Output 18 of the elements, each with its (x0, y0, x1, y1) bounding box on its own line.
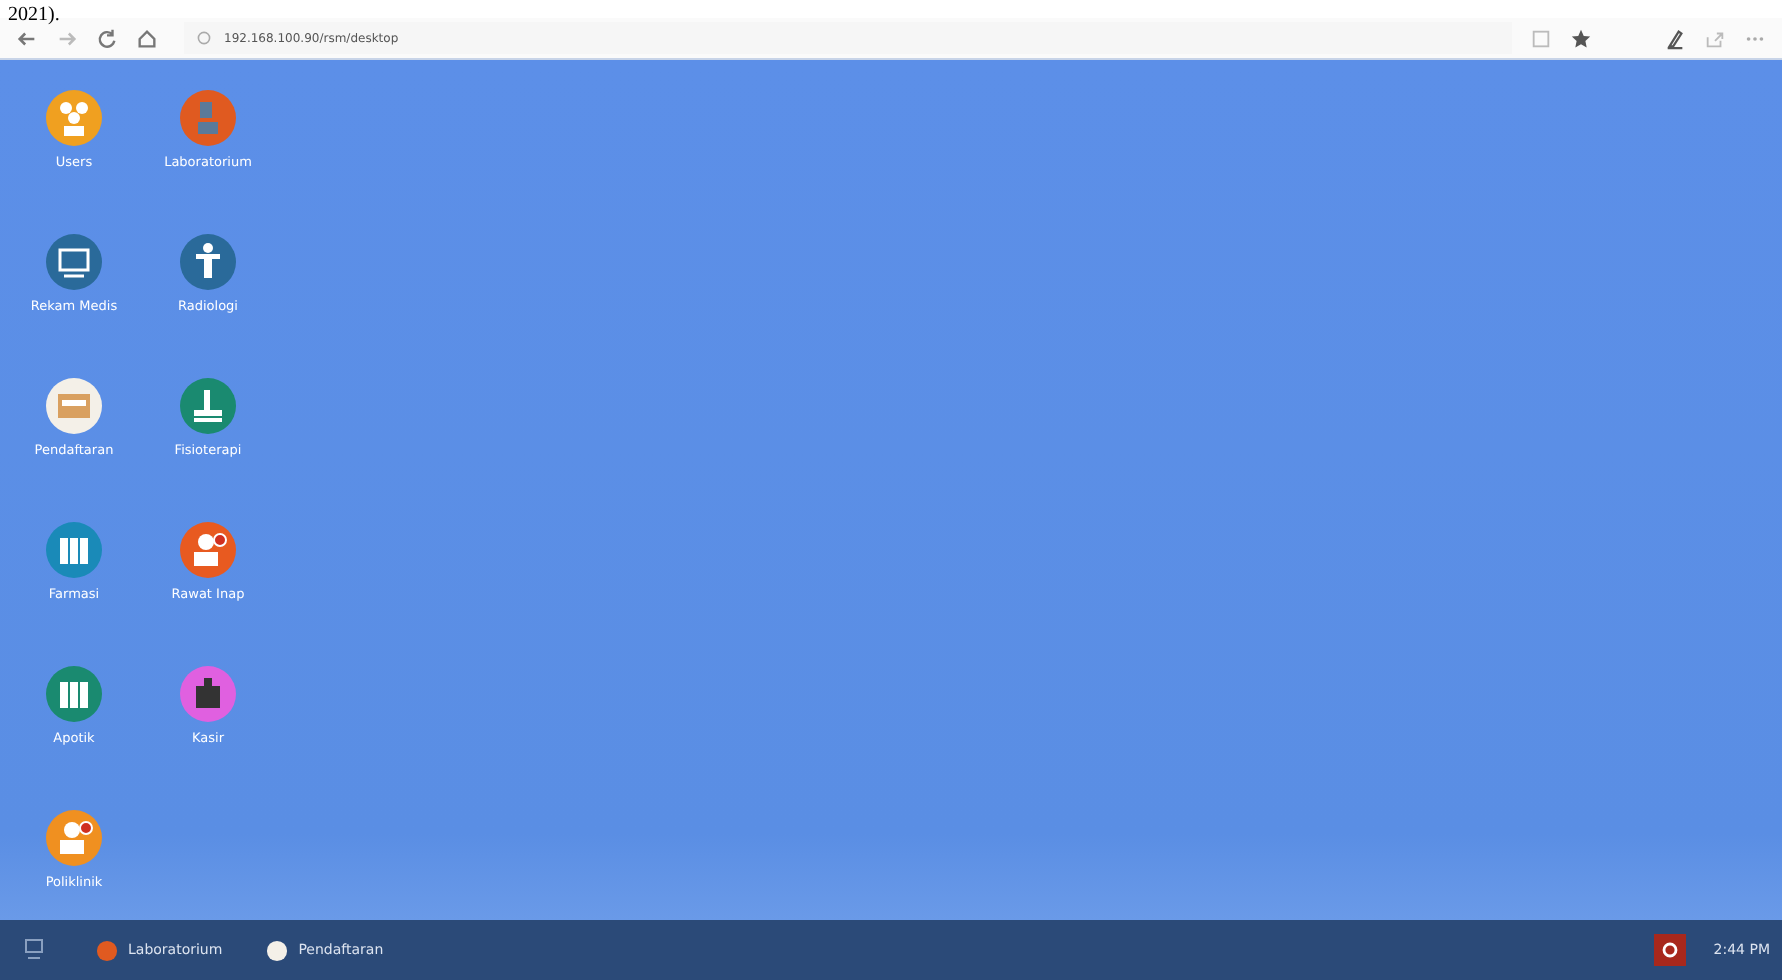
app-icon[interactable] (178, 664, 238, 724)
app-icon[interactable] (178, 520, 238, 580)
star-icon[interactable] (1570, 27, 1592, 49)
caption-text: 2021). (6, 4, 60, 26)
app-icon[interactable] (178, 232, 238, 292)
app-icon[interactable] (44, 808, 104, 868)
pen-icon[interactable] (1664, 27, 1686, 49)
app-icon[interactable] (44, 232, 104, 292)
app-icon[interactable] (44, 376, 104, 436)
app-icon[interactable] (44, 88, 104, 148)
app-icon[interactable] (44, 664, 104, 724)
refresh-icon[interactable] (96, 27, 118, 49)
start-icon[interactable] (20, 936, 48, 964)
app-icon[interactable] (44, 520, 104, 580)
app-icon[interactable] (178, 376, 238, 436)
home-icon[interactable] (136, 27, 158, 49)
power-icon[interactable] (1653, 934, 1686, 966)
back-icon[interactable] (16, 27, 38, 49)
